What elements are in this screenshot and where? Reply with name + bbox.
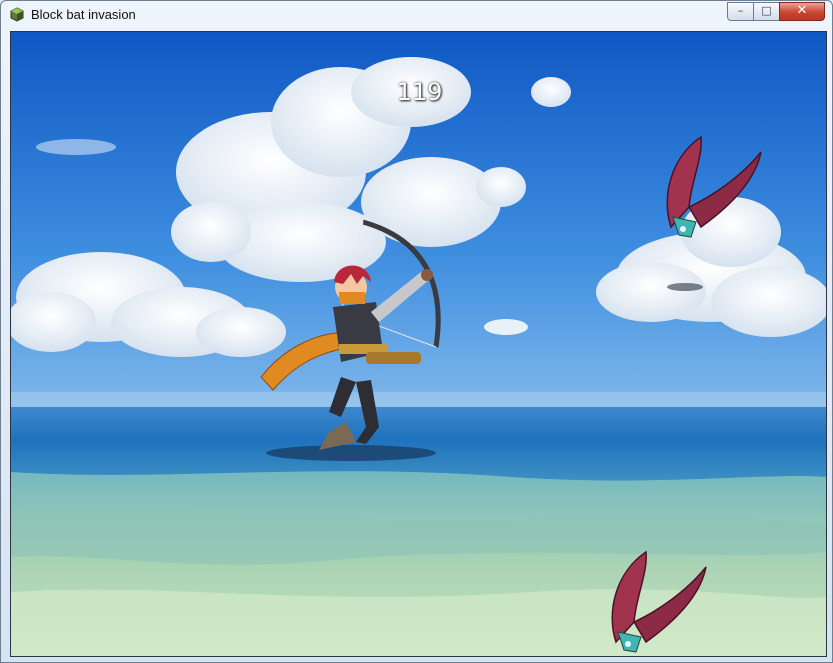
game-scene — [11, 32, 826, 656]
window-title: Block bat invasion — [31, 7, 136, 22]
app-icon — [10, 7, 24, 22]
player-shadow — [266, 445, 436, 461]
minimize-button[interactable]: – — [727, 2, 754, 21]
bat-shadow — [667, 283, 703, 291]
maximize-button[interactable]: □ — [753, 2, 780, 21]
app-window: Block bat invasion – □ ✕ 119 — [0, 0, 833, 663]
game-canvas[interactable]: 119 — [10, 31, 827, 657]
title-bar[interactable]: Block bat invasion – □ ✕ — [1, 1, 832, 29]
score-counter: 119 — [396, 78, 443, 106]
close-button[interactable]: ✕ — [779, 2, 825, 21]
